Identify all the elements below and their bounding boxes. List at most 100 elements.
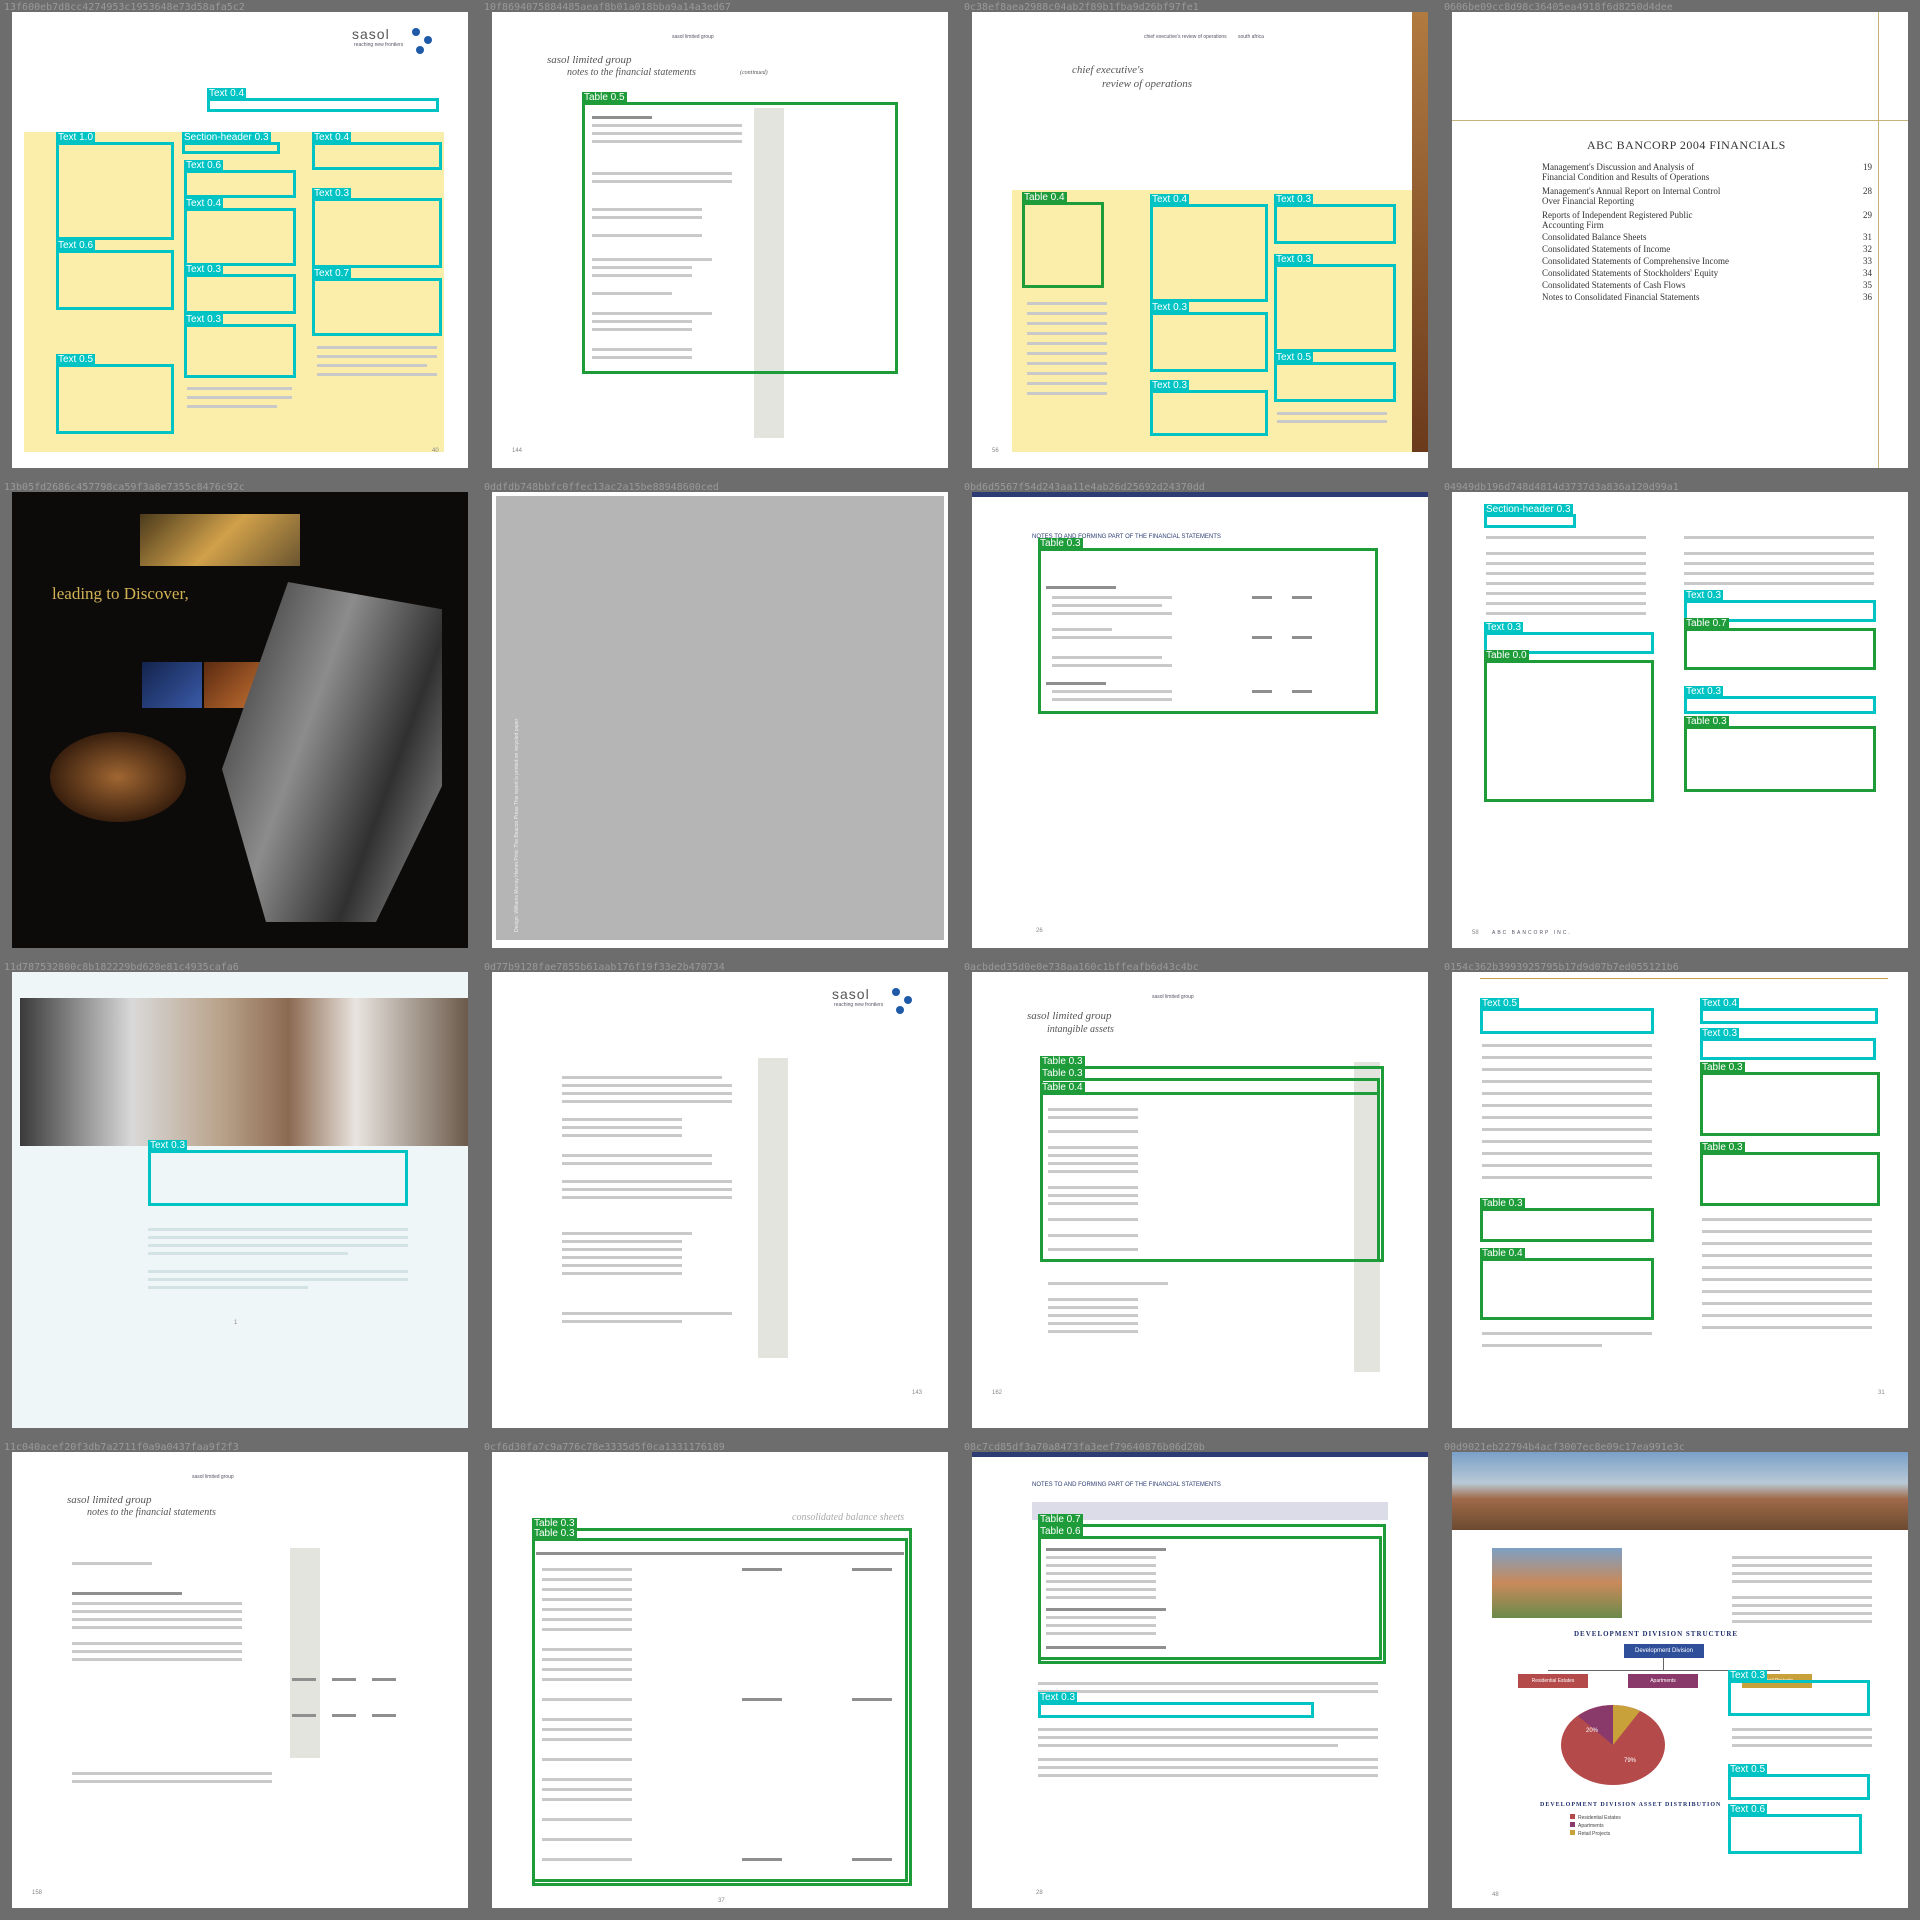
logo-molecule-icon bbox=[424, 36, 432, 44]
annotation-label: Text 0.3 bbox=[1274, 254, 1314, 266]
toc-entry[interactable]: Reports of Independent Registered Public… bbox=[1542, 210, 1872, 220]
connector-line bbox=[1663, 1658, 1664, 1670]
thumbnail-tile-4[interactable]: 0606be09cc8d98c36405ea4918f6d8250d4dee A… bbox=[1440, 0, 1920, 480]
annotation-box: Text 0.3 bbox=[1150, 380, 1268, 436]
toc-entry-continued: Over Financial Reporting bbox=[1542, 196, 1634, 206]
structure-chart-title: DEVELOPMENT DIVISION STRUCTURE bbox=[1574, 1630, 1739, 1638]
thumbnail-tile-1[interactable]: 13f600eb7d8cc4274953c1953648e73d58afa5c2… bbox=[0, 0, 480, 480]
running-head: sasol limited group bbox=[672, 34, 714, 40]
annotation-label: Table 0.4 bbox=[1040, 1082, 1085, 1094]
annotation-label: Text 0.6 bbox=[184, 160, 224, 172]
thumbnail-tile-7[interactable]: 0bd6d5567f54d243aa11e4ab26d25692d24370dd… bbox=[960, 480, 1440, 960]
document-page: sasol limited group sasol limited group … bbox=[492, 12, 948, 468]
running-head: sasol limited group bbox=[1152, 994, 1194, 1000]
annotation-box: Text 0.3 bbox=[1700, 1028, 1876, 1060]
company-heading: sasol limited group bbox=[1027, 1010, 1112, 1022]
annotation-label: Table 0.3 bbox=[1700, 1142, 1745, 1154]
toc-entry[interactable]: Notes to Consolidated Financial Statemen… bbox=[1542, 292, 1872, 302]
thumbnail-tile-13[interactable]: 11c040acef20f3db7a2711f0a9a0437faa9f2f3 … bbox=[0, 1440, 480, 1920]
annotation-box: Text 0.3 bbox=[184, 264, 296, 314]
document-page: Text 0.3 1 bbox=[12, 972, 468, 1428]
chapter-title-line-1: chief executive's bbox=[1072, 64, 1144, 76]
development-division-box: Development Division bbox=[1624, 1644, 1704, 1658]
logo-molecule-icon bbox=[892, 988, 900, 996]
annotation-label: Table 0.4 bbox=[1022, 192, 1067, 204]
toc-entry-continued: Financial Condition and Results of Opera… bbox=[1542, 172, 1710, 182]
annotation-label: Text 0.3 bbox=[1684, 590, 1724, 602]
toc-entry[interactable]: Consolidated Statements of Cash Flows 35 bbox=[1542, 280, 1872, 290]
annotation-box: Text 1.0 bbox=[56, 132, 174, 240]
annotation-box: Text 0.4 bbox=[207, 88, 439, 112]
toc-entry[interactable]: Consolidated Statements of Income 32 bbox=[1542, 244, 1872, 254]
annotation-box: Text 0.5 bbox=[1728, 1764, 1870, 1800]
toc-entry[interactable]: Management's Discussion and Analysis of 1… bbox=[1542, 162, 1872, 172]
annotation-label: Text 0.7 bbox=[312, 268, 352, 280]
annotation-label: Table 0.3 bbox=[1040, 1068, 1085, 1080]
report-title: ABC BANCORP 2004 FINANCIALS bbox=[1587, 138, 1786, 152]
toc-entry[interactable]: Consolidated Statements of Stockholders'… bbox=[1542, 268, 1872, 278]
annotation-label: Text 0.3 bbox=[1038, 1692, 1078, 1704]
annotation-label: Text 0.5 bbox=[1728, 1764, 1768, 1776]
annotation-label: Text 0.3 bbox=[1728, 1670, 1768, 1682]
toc-entry[interactable]: Consolidated Balance Sheets 31 bbox=[1542, 232, 1872, 242]
chrome-machine-image bbox=[222, 582, 442, 922]
tile-id-label: 0acbded35d0e0e738aa160c1bffeafb6d43c4bc bbox=[964, 962, 1199, 973]
annotation-label: Table 0.0 bbox=[1484, 650, 1529, 662]
annotation-box: Text 0.3 bbox=[1274, 254, 1396, 352]
toc-entry-continued: Accounting Firm bbox=[1542, 220, 1604, 230]
annotation-label: Text 0.3 bbox=[312, 188, 352, 200]
annotation-label: Section-header 0.3 bbox=[182, 132, 271, 144]
thumbnail-tile-6[interactable]: 0ddfdb748bbfc0ffec13ac2a15be88948600ced … bbox=[480, 480, 960, 960]
thumbnail-tile-8[interactable]: 04949db196d748d4814d3737d3a836a120d99a1 … bbox=[1440, 480, 1920, 960]
page-number: 143 bbox=[912, 1390, 923, 1396]
thumbnail-tile-10[interactable]: 0d77b9128fae7855b61aab176f19f33e2b470734… bbox=[480, 960, 960, 1440]
legend-swatch bbox=[1570, 1830, 1575, 1835]
thumbnail-tile-5[interactable]: 13b05fd2686c457798ca59f3a8e7355c8476c92c… bbox=[0, 480, 480, 960]
logo-molecule-icon bbox=[412, 28, 420, 36]
asset-distribution-pie: 20% 79% bbox=[1561, 1705, 1665, 1785]
thumbnail-tile-12[interactable]: 0154c362b3993925795b17d9d07b7ed055121b6 … bbox=[1440, 960, 1920, 1440]
annotation-box: Table 0.7 bbox=[1684, 618, 1876, 670]
annotation-label: Text 0.4 bbox=[184, 198, 224, 210]
decorative-rule bbox=[1452, 120, 1908, 121]
annotation-label: Text 0.3 bbox=[1684, 686, 1724, 698]
thumbnail-tile-14[interactable]: 0cf6d30fa7c9a776c78e3335d5f0ca1331176189… bbox=[480, 1440, 960, 1920]
annotation-box: Table 0.3 bbox=[1684, 716, 1876, 792]
page-number: 31 bbox=[1878, 1390, 1885, 1396]
annotation-box: Table 0.3 bbox=[1700, 1062, 1880, 1136]
annotation-box: Text 0.3 bbox=[1684, 686, 1876, 714]
annotation-box: Section-header 0.3 bbox=[182, 132, 280, 154]
annotation-label: Table 0.3 bbox=[1038, 538, 1083, 550]
document-page: NOTES TO AND FORMING PART OF THE FINANCI… bbox=[972, 492, 1428, 948]
thumbnail-tile-2[interactable]: 10f8694075884485aeaf8b01a018bba9a14a3ed6… bbox=[480, 0, 960, 480]
toc-entry[interactable]: Consolidated Statements of Comprehensive… bbox=[1542, 256, 1872, 266]
page-number: 40 bbox=[432, 448, 439, 454]
annotation-box: Text 0.3 bbox=[312, 188, 442, 268]
annotation-box: Text 0.3 bbox=[184, 314, 296, 378]
annotation-box: Table 0.4 bbox=[1022, 192, 1104, 288]
annotation-box: Table 0.4 bbox=[1480, 1248, 1654, 1320]
toc-entry[interactable]: Management's Annual Report on Internal C… bbox=[1542, 186, 1872, 196]
annotation-label: Table 0.4 bbox=[1480, 1248, 1525, 1260]
thumbnail-tile-9[interactable]: 11d787532800c8b182229bd620e81c4935cafa6 … bbox=[0, 960, 480, 1440]
tile-id-label: 0c38ef8aea2988c04ab2f89b1fba9d26bf97fe1 bbox=[964, 2, 1199, 13]
annotation-box: Table 0.3 bbox=[1700, 1142, 1880, 1206]
annotation-label: Text 0.4 bbox=[1150, 194, 1190, 206]
tile-id-label: 0606be09cc8d98c36405ea4918f6d8250d4dee bbox=[1444, 2, 1673, 13]
page-number: 162 bbox=[992, 1390, 1003, 1396]
annotation-box: Text 0.7 bbox=[312, 268, 442, 336]
sasol-logo-text: sasol bbox=[832, 986, 870, 1002]
tile-id-label: 11c040acef20f3db7a2711f0a9a0437faa9f2f3 bbox=[4, 1442, 239, 1453]
thumbnail-tile-15[interactable]: 08c7cd85df3a70a8473fa3eef79640876b06d20b… bbox=[960, 1440, 1440, 1920]
thumbnail-tile-3[interactable]: 0c38ef8aea2988c04ab2f89b1fba9d26bf97fe1 … bbox=[960, 0, 1440, 480]
annotation-label: Table 0.3 bbox=[1480, 1198, 1525, 1210]
thumbnail-tile-11[interactable]: 0acbded35d0e0e738aa160c1bffeafb6d43c4bc … bbox=[960, 960, 1440, 1440]
annotation-box: Text 0.6 bbox=[56, 240, 174, 310]
annotation-label: Table 0.3 bbox=[532, 1528, 577, 1540]
document-page: consolidated balance sheets Table 0.3 Ta… bbox=[492, 1452, 948, 1908]
thumbnail-tile-16[interactable]: 00d9021eb22794b4acf3007ec8e09c17ea991e3c… bbox=[1440, 1440, 1920, 1920]
legend-swatch bbox=[1570, 1814, 1575, 1819]
apartments-box: Apartments bbox=[1628, 1674, 1698, 1688]
apartments-photo bbox=[1492, 1548, 1622, 1618]
column-shade bbox=[290, 1548, 320, 1758]
